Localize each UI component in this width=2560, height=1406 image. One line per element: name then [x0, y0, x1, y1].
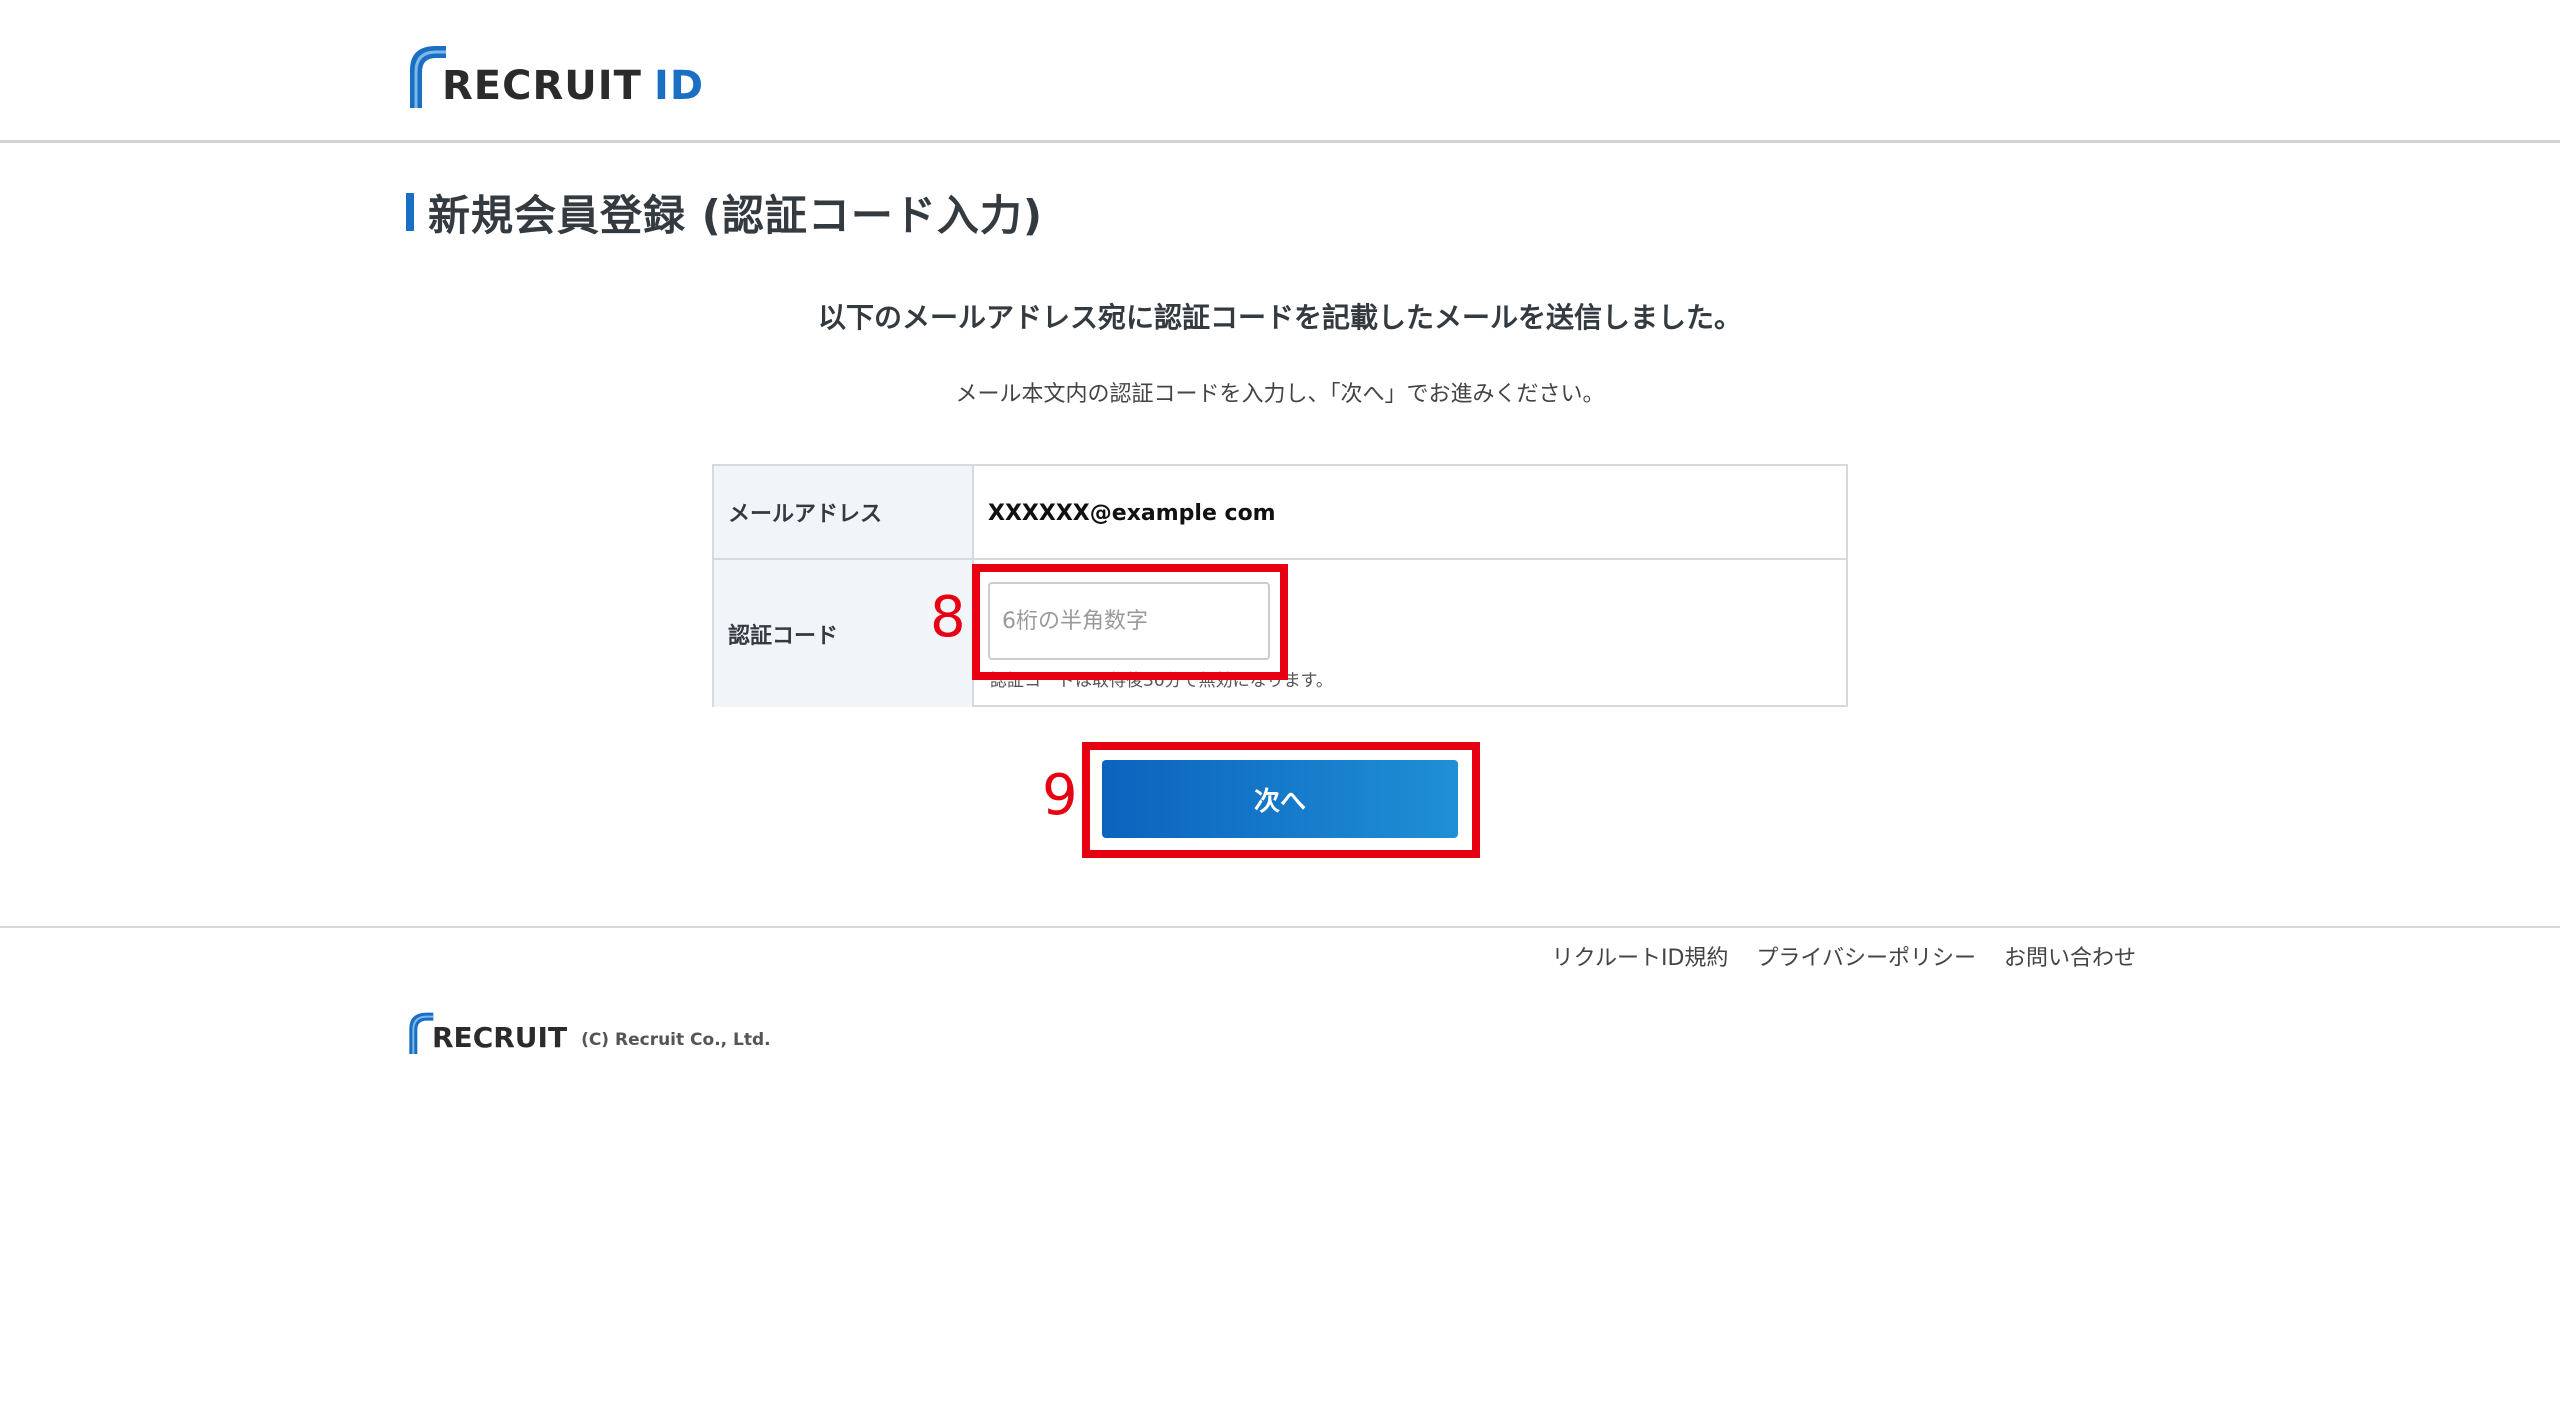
footer-links: リクルートID規約 プライバシーポリシー お問い合わせ: [1552, 940, 2136, 972]
page-title: 新規会員登録 (認証コード入力): [428, 190, 1044, 240]
email-value: XXXXXX@example com: [988, 500, 1276, 526]
annotation-number-9: 9: [1042, 763, 1078, 828]
annotation-box-8: [972, 564, 1288, 680]
email-row: メールアドレス XXXXXX@example com: [714, 466, 1846, 560]
footer-logo: RECRUIT (C) Recruit Co., Ltd.: [406, 1006, 771, 1054]
footer-divider: [0, 926, 2560, 928]
page-title-block: 新規会員登録 (認証コード入力): [406, 186, 1043, 240]
email-cell: XXXXXX@example com: [974, 466, 1846, 558]
title-accent-bar: [406, 193, 414, 231]
logo-text: RECRUIT ID: [442, 63, 705, 109]
annotation-box-9: [1082, 742, 1480, 858]
recruit-arch-icon: [409, 1012, 434, 1054]
annotation-number-8: 8: [930, 585, 966, 650]
recruit-arch-icon: [410, 46, 446, 108]
footer-link-terms[interactable]: リクルートID規約: [1552, 940, 1729, 972]
recruit-id-logo[interactable]: RECRUIT ID: [406, 36, 704, 108]
lead-message: 以下のメールアドレス宛に認証コードを記載したメールを送信しました。: [817, 301, 1742, 334]
page: RECRUIT ID 新規会員登録 (認証コード入力) 以下のメールアドレス宛に認…: [0, 0, 2560, 1406]
footer-link-privacy[interactable]: プライバシーポリシー: [1756, 940, 1976, 972]
footer-link-contact[interactable]: お問い合わせ: [2004, 940, 2136, 972]
instruction-text: メール本文内の認証コードを入力し、「次へ」でお進みください。: [955, 382, 1605, 407]
footer-logo-text: RECRUIT: [432, 1021, 568, 1054]
email-label: メールアドレス: [714, 466, 974, 558]
copyright: (C) Recruit Co., Ltd.: [581, 1030, 771, 1050]
header: RECRUIT ID: [0, 0, 2560, 143]
